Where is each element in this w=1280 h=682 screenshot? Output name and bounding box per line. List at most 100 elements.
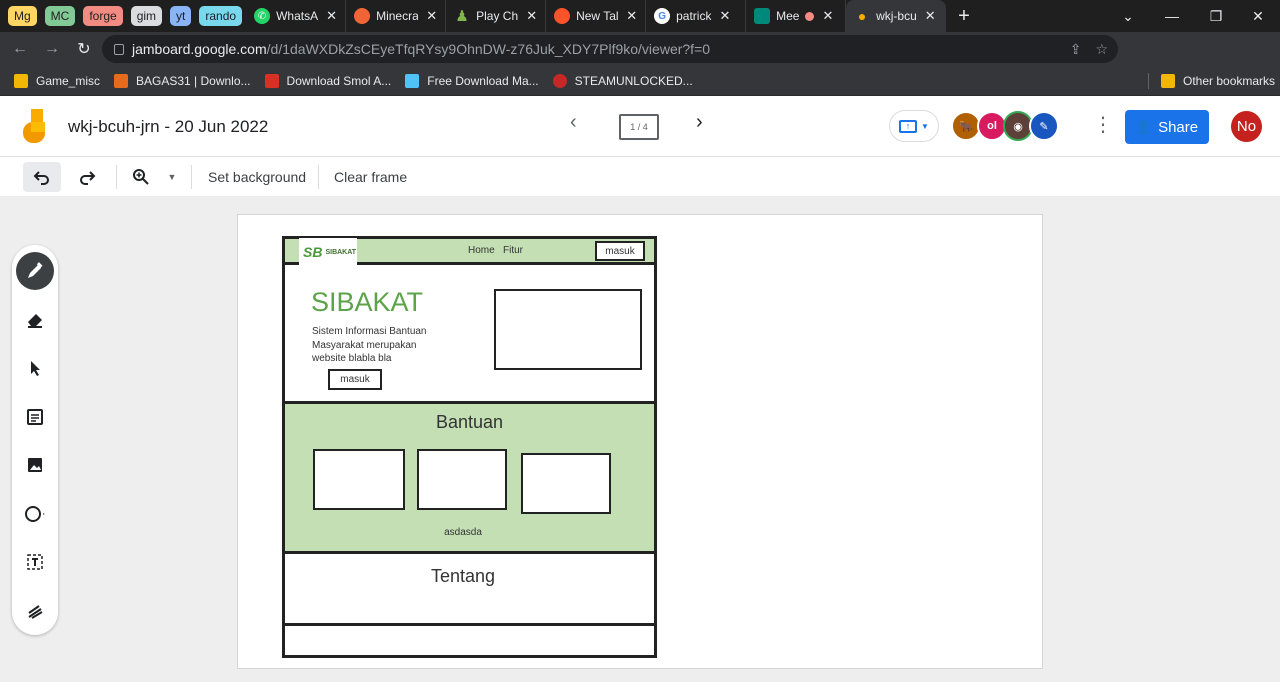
zoom-icon[interactable] [126,162,156,192]
bookmark-smol[interactable]: Download Smol A... [264,73,391,88]
reload-icon[interactable]: ↻ [70,35,98,63]
tab-new-tab[interactable]: New Tal ✕ [546,0,647,32]
wireframe-section-title: Tentang [430,566,496,586]
text-box-tool-icon[interactable] [16,543,54,581]
set-background-button[interactable]: Set background [200,162,314,192]
folder-icon [14,73,28,88]
collaborator-avatar[interactable]: ✎ [1029,111,1059,141]
tab-group-rando[interactable]: rando [199,6,243,26]
bagas-icon [114,73,129,88]
previous-frame-icon[interactable]: ‹ [570,111,577,134]
close-tab-icon[interactable]: ✕ [626,8,637,24]
brave-icon [554,8,571,24]
bookmark-star-icon[interactable]: ☆ [1095,41,1108,58]
url-path: /d/1daWXDkZsCEyeTfqRYsy9OhnDW-z76Juk_XDY… [266,41,711,57]
tab-group-label: rando [205,9,237,23]
select-tool-icon[interactable] [16,349,54,387]
close-tab-icon[interactable]: ✕ [822,8,833,24]
wireframe-hero-title: SIBAKAT [311,287,424,317]
tab-group-mc[interactable]: MC [44,6,76,26]
folder-icon [1161,73,1175,88]
bookmark-label: STEAMUNLOCKED... [574,73,693,88]
bookmark-bagas31[interactable]: BAGAS31 | Downlo... [114,73,251,88]
tab-group-forge[interactable]: forge [83,6,123,26]
tool-palette [12,245,58,635]
chevron-down-icon: ▼ [921,121,929,131]
close-tab-icon[interactable]: ✕ [719,8,730,24]
tab-group-label: MC [50,9,70,23]
pen-tool-icon[interactable] [16,252,54,290]
address-bar[interactable]: jamboard.google.com/d/1daWXDkZsCEyeTfqRY… [102,35,1118,63]
jam-frame[interactable]: SB SIBAKAT Home Fitur masuk SIBAKAT Sist… [237,214,1043,669]
steamunlocked-icon [552,73,567,88]
tab-chess[interactable]: ♟ Play Che ✕ [446,0,547,32]
tab-title: wkj-bcu [876,9,917,23]
tab-group-yt[interactable]: yt [170,6,192,26]
minimize-icon[interactable]: — [1150,0,1194,32]
eraser-tool-icon[interactable] [16,300,54,338]
account-avatar[interactable]: No [1231,111,1262,142]
bookmarks-bar: Game_misc BAGAS31 | Downlo... Download S… [0,66,1280,96]
close-tab-icon[interactable]: ✕ [326,8,337,24]
wireframe-bantuan-section: Bantuan asdasda [285,401,654,554]
jamboard-logo-icon[interactable] [23,109,45,143]
undo-icon[interactable] [23,162,61,192]
share-page-icon[interactable]: ⇪ [1070,41,1082,58]
frame-bar-button[interactable]: 1 / 4 [619,114,659,140]
document-title[interactable]: wkj-bcuh-jrn - 20 Jun 2022 [68,117,268,137]
tab-group-label: Mg [14,9,31,23]
laser-tool-icon[interactable] [16,592,54,630]
close-tab-icon[interactable]: ✕ [426,8,437,24]
tab-group-label: gim [136,9,157,23]
redo-icon[interactable] [68,162,106,192]
wireframe-tentang-section: Tentang [285,554,654,626]
back-icon[interactable]: ← [6,35,34,63]
clear-frame-button[interactable]: Clear frame [326,162,415,192]
tab-whatsapp[interactable]: ✆ WhatsA ✕ [246,0,347,32]
toolbar-divider [116,165,117,189]
close-window-icon[interactable]: ✕ [1236,0,1280,32]
restore-icon[interactable]: ❐ [1194,0,1238,32]
bookmark-game-misc[interactable]: Game_misc [14,73,100,88]
forward-icon[interactable]: → [38,35,66,63]
lock-icon [114,43,124,55]
logo-mark: SB [303,244,323,260]
smol-icon [264,73,279,88]
tab-search-icon[interactable]: ⌄ [1106,0,1150,32]
tab-google-search[interactable]: G patrick ✕ [646,0,747,32]
next-frame-icon[interactable]: › [696,111,703,134]
tab-group-label: forge [89,9,117,23]
tab-title: Minecra [376,9,419,23]
bookmark-label: Free Download Ma... [427,73,539,88]
tab-minecraft[interactable]: Minecra ✕ [346,0,447,32]
frame-indicator: 1 / 4 [630,122,648,132]
jamboard-header: wkj-bcuh-jrn - 20 Jun 2022 ‹ 1 / 4 › ↑ ▼… [0,96,1280,157]
sticky-note-tool-icon[interactable] [16,398,54,436]
curseforge-icon [354,8,371,24]
bookmark-steamunlocked[interactable]: STEAMUNLOCKED... [552,73,693,88]
shape-tool-icon[interactable] [16,495,54,533]
more-options-icon[interactable]: ⋮ [1093,115,1113,135]
tab-group-mg[interactable]: Mg [8,6,37,26]
tab-group-gim[interactable]: gim [130,6,163,26]
chess-pawn-icon: ♟ [455,8,469,25]
present-button[interactable]: ↑ ▼ [889,110,939,142]
tab-title: patrick [676,9,712,23]
zoom-dropdown-icon[interactable]: ▼ [162,162,182,192]
close-tab-icon[interactable]: ✕ [925,8,936,24]
bookmark-fdm[interactable]: Free Download Ma... [405,73,539,88]
bookmark-label: BAGAS31 | Downlo... [136,73,251,88]
new-tab-button[interactable]: + [958,5,970,28]
share-label: Share [1158,118,1199,136]
image-tool-icon[interactable] [16,446,54,484]
bookmark-label: Other bookmarks [1183,73,1276,88]
tab-meet[interactable]: Mee ✕ [746,0,847,32]
tab-jamboard[interactable]: ● wkj-bcu ✕ [846,0,947,32]
close-tab-icon[interactable]: ✕ [526,8,537,24]
share-button[interactable]: 👤 Share [1125,110,1209,144]
meet-icon [754,8,771,24]
fdm-icon [405,73,420,88]
browser-tab-strip: Mg MC forge gim yt rando ✆ WhatsA ✕ Mine… [0,0,1280,32]
bookmark-other[interactable]: Other bookmarks [1148,72,1276,89]
whatsapp-icon: ✆ [254,8,271,24]
